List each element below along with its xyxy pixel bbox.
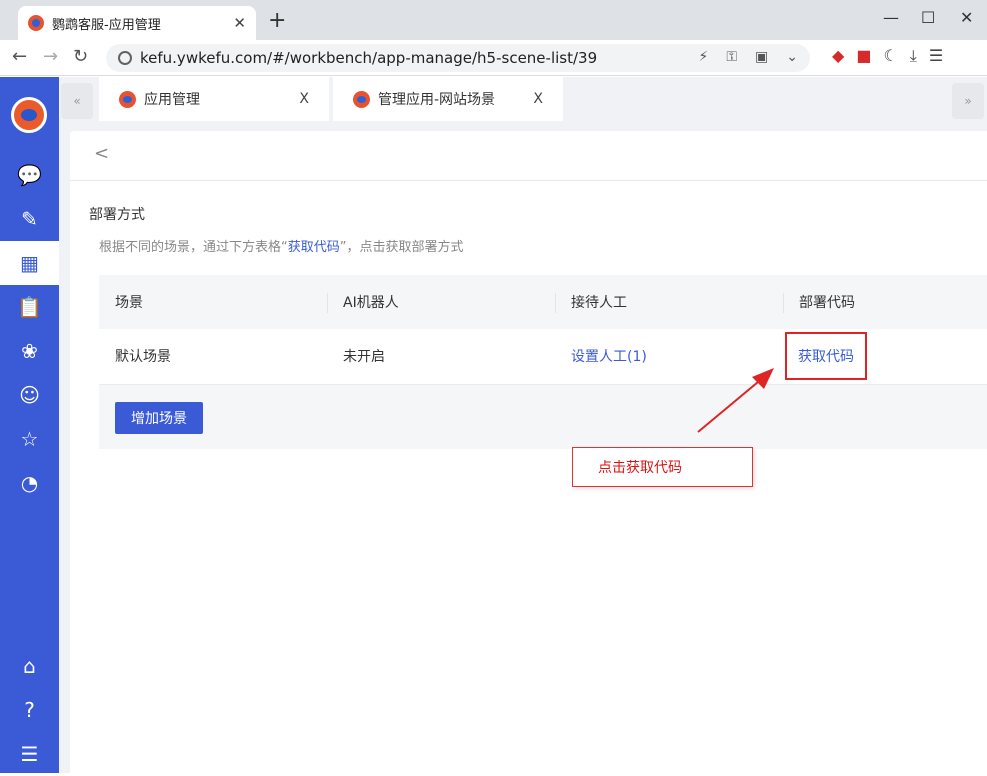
pdf-icon[interactable]: ■ bbox=[856, 46, 871, 66]
set-staff-link[interactable]: 设置人工(1) bbox=[571, 349, 647, 365]
list-icon[interactable]: ☰ bbox=[0, 732, 59, 776]
chat-icon[interactable]: 💬 bbox=[0, 153, 59, 197]
parrot-favicon-icon bbox=[28, 15, 44, 31]
pie-chart-icon[interactable]: ◔ bbox=[0, 461, 59, 505]
parrot-favicon-icon bbox=[119, 90, 136, 108]
tab-site-scene[interactable]: 管理应用-网站场景 X bbox=[333, 77, 563, 121]
address-bar[interactable]: kefu.ywkefu.com/#/workbench/app-manage/h… bbox=[106, 44, 810, 72]
browser-tab[interactable]: 鹦鹉客服-应用管理 ✕ bbox=[18, 6, 256, 40]
add-scene-button[interactable]: 增加场景 bbox=[115, 402, 203, 434]
table-header-row: 场景 AI机器人 接待人工 部署代码 bbox=[99, 275, 987, 329]
dark-mode-icon[interactable]: ☾ bbox=[883, 46, 897, 66]
close-icon[interactable]: X bbox=[299, 91, 309, 107]
tab-app-manage[interactable]: 应用管理 X bbox=[99, 77, 329, 121]
scene-table: 场景 AI机器人 接待人工 部署代码 默认场景 未开启 设置人工(1) 获取代码 bbox=[99, 275, 987, 385]
edit-icon[interactable]: ✎ bbox=[0, 197, 59, 241]
browser-tab-title: 鹦鹉客服-应用管理 bbox=[52, 17, 161, 33]
header-staff: 接待人工 bbox=[555, 275, 783, 329]
desc-text-end: ”，点击获取部署方式 bbox=[339, 240, 464, 255]
url-text: kefu.ywkefu.com/#/workbench/app-manage/h… bbox=[140, 49, 598, 67]
header-ai-robot: AI机器人 bbox=[327, 275, 555, 329]
parrot-favicon-icon bbox=[353, 90, 370, 108]
user-icon[interactable]: ☺ bbox=[0, 373, 59, 417]
chevron-down-icon[interactable]: ⌄ bbox=[786, 49, 798, 65]
extension-robot-icon[interactable]: ◆ bbox=[832, 46, 844, 66]
scroll-right-icon[interactable]: » bbox=[952, 83, 984, 119]
close-window-icon[interactable]: ✕ bbox=[960, 8, 973, 27]
section-description: 根据不同的场景，通过下方表格“获取代码”，点击获取部署方式 bbox=[99, 236, 464, 255]
deploy-panel: 部署方式 根据不同的场景，通过下方表格“获取代码”，点击获取部署方式 场景 AI… bbox=[70, 181, 987, 773]
key-icon[interactable]: ⚿ bbox=[726, 49, 737, 65]
home-icon[interactable]: ⌂ bbox=[0, 644, 59, 688]
cell-ai-status: 未开启 bbox=[327, 329, 555, 385]
desc-highlight: 获取代码 bbox=[287, 240, 340, 255]
lotus-icon[interactable]: ❀ bbox=[0, 329, 59, 373]
header-scene: 场景 bbox=[99, 275, 327, 329]
close-icon[interactable]: X bbox=[533, 91, 543, 107]
app-sidebar: 💬 ✎ ▦ 📋 ❀ ☺ ☆ ◔ ⌂ ? ☰ bbox=[0, 77, 59, 773]
extensions-area: ◆ ■ ☾ ⤓ ☰ bbox=[832, 46, 943, 66]
back-bar: < bbox=[70, 131, 987, 181]
minimize-icon[interactable]: — bbox=[883, 8, 899, 27]
main-content: < 部署方式 根据不同的场景，通过下方表格“获取代码”，点击获取部署方式 场景 … bbox=[59, 121, 987, 773]
browser-titlebar: 鹦鹉客服-应用管理 ✕ + — ☐ ✕ bbox=[0, 0, 987, 40]
close-tab-icon[interactable]: ✕ bbox=[233, 14, 246, 32]
tab-label: 应用管理 bbox=[144, 92, 200, 108]
download-icon[interactable]: ⤓ bbox=[910, 46, 917, 66]
parrot-logo-icon bbox=[11, 97, 47, 133]
star-box-icon[interactable]: ☆ bbox=[0, 417, 59, 461]
new-tab-button[interactable]: + bbox=[268, 8, 286, 33]
section-title: 部署方式 bbox=[89, 207, 145, 223]
header-deploy-code: 部署代码 bbox=[783, 275, 987, 329]
apps-grid-icon[interactable]: ▦ bbox=[0, 241, 59, 285]
chevron-left-icon[interactable]: < bbox=[94, 143, 109, 164]
back-arrow-icon[interactable]: ← bbox=[12, 46, 27, 67]
cell-scene: 默认场景 bbox=[99, 329, 327, 385]
annotation-callout: 点击获取代码 bbox=[572, 447, 753, 487]
forward-arrow-icon[interactable]: → bbox=[43, 46, 58, 67]
maximize-icon[interactable]: ☐ bbox=[921, 8, 935, 27]
menu-icon[interactable]: ☰ bbox=[929, 46, 943, 66]
scroll-left-icon[interactable]: « bbox=[61, 83, 93, 119]
tab-label: 管理应用-网站场景 bbox=[378, 92, 496, 108]
help-icon[interactable]: ? bbox=[0, 688, 59, 732]
page-tabbar: « 应用管理 X 管理应用-网站场景 X » bbox=[59, 77, 987, 121]
clipboard-clock-icon[interactable]: 📋 bbox=[0, 285, 59, 329]
get-code-link[interactable]: 获取代码 bbox=[785, 332, 867, 381]
site-info-icon[interactable] bbox=[118, 51, 132, 65]
reload-icon[interactable]: ↻ bbox=[73, 46, 88, 67]
translate-icon[interactable]: ▣ bbox=[755, 49, 768, 65]
table-row: 默认场景 未开启 设置人工(1) 获取代码 bbox=[99, 329, 987, 385]
lightning-icon[interactable]: ⚡ bbox=[699, 49, 709, 65]
table-footer: 增加场景 bbox=[99, 385, 987, 449]
desc-text: 根据不同的场景，通过下方表格“ bbox=[99, 240, 288, 255]
